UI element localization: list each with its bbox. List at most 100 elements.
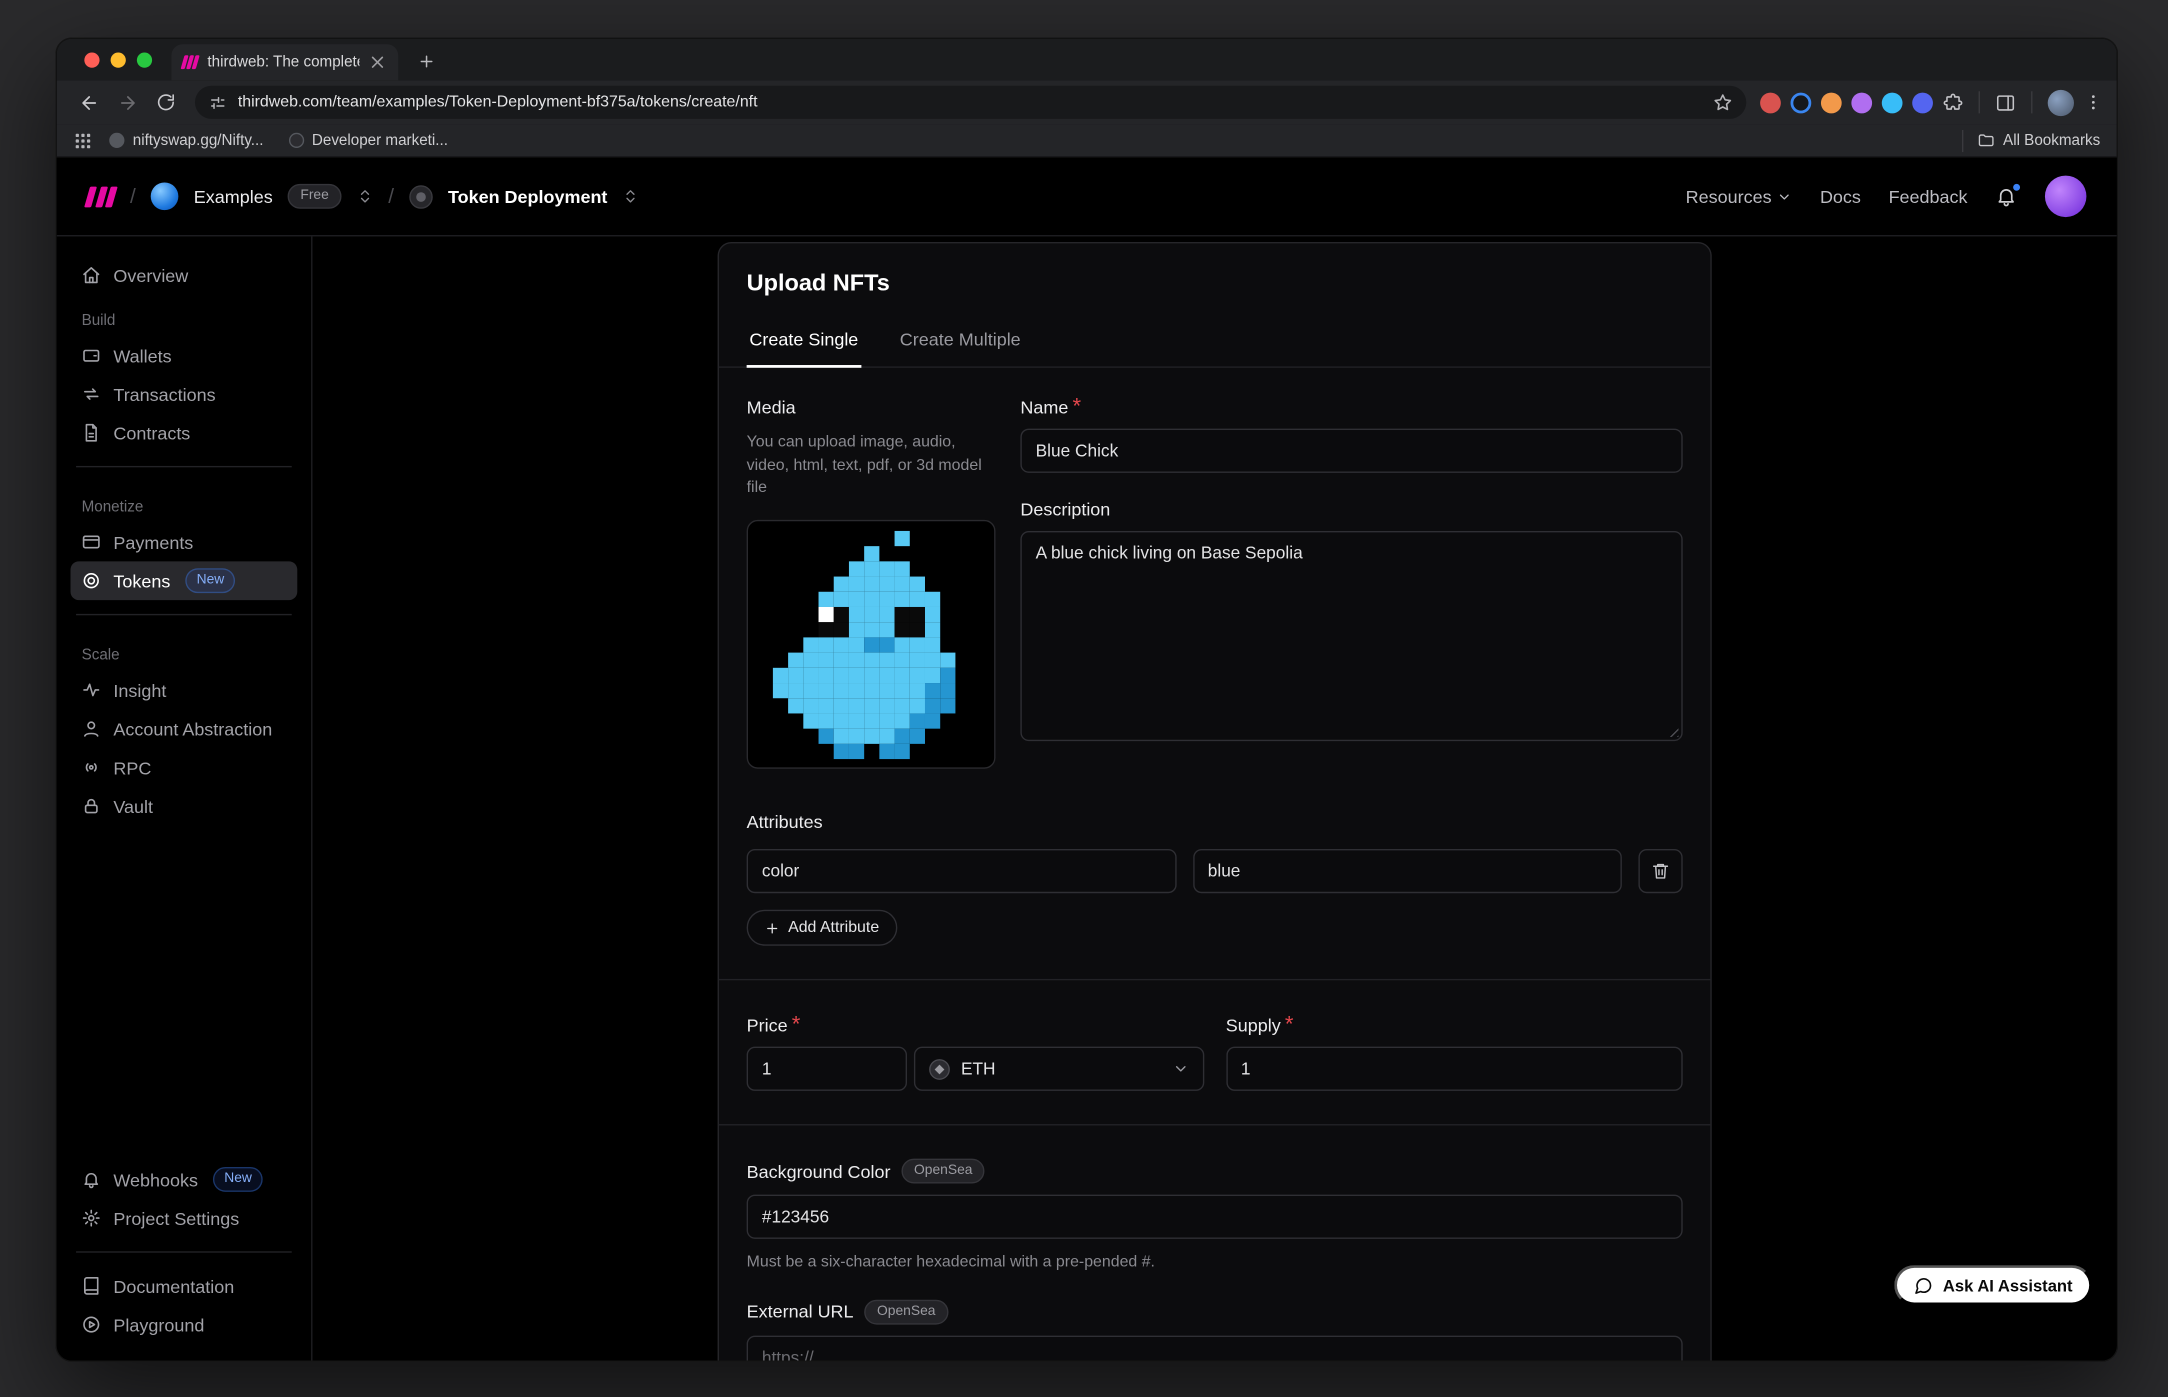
sidebar-item-documentation[interactable]: Documentation xyxy=(71,1267,298,1306)
browser-window: thirdweb: The complete web... thirdweb.c… xyxy=(55,37,2118,1362)
bookmark-star-icon[interactable] xyxy=(1713,93,1732,112)
tab-create-single[interactable]: Create Single xyxy=(747,315,861,368)
sidebar-item-project-settings[interactable]: Project Settings xyxy=(71,1199,298,1238)
toolbar-divider xyxy=(2031,91,2032,113)
extensions-puzzle-icon[interactable] xyxy=(1943,92,1964,113)
new-badge: New xyxy=(213,1167,263,1191)
docs-link[interactable]: Docs xyxy=(1820,186,1861,207)
thirdweb-logo-icon[interactable] xyxy=(87,186,115,207)
menu-kebab-icon[interactable] xyxy=(2084,93,2103,112)
project-switcher-button[interactable] xyxy=(623,188,640,205)
team-name[interactable]: Examples xyxy=(194,186,273,207)
all-bookmarks[interactable]: All Bookmarks xyxy=(1956,129,2100,151)
sidebar-item-playground[interactable]: Playground xyxy=(71,1305,298,1344)
sidebar-item-account-abstraction[interactable]: Account Abstraction xyxy=(71,709,298,748)
window-zoom-button[interactable] xyxy=(137,52,152,67)
supply-input[interactable] xyxy=(1226,1047,1683,1091)
tab-close-icon[interactable] xyxy=(368,53,387,72)
apps-grid-icon[interactable] xyxy=(73,131,92,150)
attribute-trait-input[interactable] xyxy=(747,849,1176,893)
required-marker: * xyxy=(1285,1014,1294,1038)
site-controls-icon[interactable] xyxy=(209,93,227,111)
sidebar-item-overview[interactable]: Overview xyxy=(71,256,298,295)
add-attribute-button[interactable]: Add Attribute xyxy=(747,910,898,946)
chevron-down-icon xyxy=(1777,189,1792,204)
description-textarea[interactable]: A blue chick living on Base Sepolia xyxy=(1020,531,1682,741)
browser-profile-avatar[interactable] xyxy=(2048,89,2074,115)
sidebar-item-label: Contracts xyxy=(113,422,190,443)
thirdweb-favicon-icon xyxy=(183,54,200,71)
bookmark-item[interactable]: niftyswap.gg/Nifty... xyxy=(101,129,272,151)
add-attribute-label: Add Attribute xyxy=(788,919,879,936)
sidebar-item-label: Webhooks xyxy=(113,1169,198,1190)
main-content: Upload NFTs Create Single Create Multipl… xyxy=(312,236,2116,1360)
browser-toolbar: thirdweb.com/team/examples/Token-Deploym… xyxy=(57,80,2117,124)
sidebar-item-tokens[interactable]: Tokens New xyxy=(71,561,298,600)
ask-ai-assistant-button[interactable]: Ask AI Assistant xyxy=(1894,1265,2091,1305)
currency-select[interactable]: ETH xyxy=(914,1047,1204,1091)
attribute-row xyxy=(747,849,1683,893)
team-switcher-button[interactable] xyxy=(356,188,373,205)
back-nav-button[interactable] xyxy=(71,84,107,120)
rpc-broadcast-icon xyxy=(82,758,101,777)
resources-menu[interactable]: Resources xyxy=(1686,186,1793,207)
folder-icon xyxy=(1977,131,1995,149)
lock-icon xyxy=(82,796,101,815)
sidebar: Overview Build Wallets Transactions Cont… xyxy=(57,236,313,1360)
price-input[interactable] xyxy=(747,1047,907,1091)
thirdweb-app: / Examples Free / Token Deployment Resou… xyxy=(57,158,2117,1361)
tab-create-multiple[interactable]: Create Multiple xyxy=(897,315,1023,368)
extension-icon[interactable] xyxy=(1760,92,1781,113)
extension-icon[interactable] xyxy=(1882,92,1903,113)
docs-label: Docs xyxy=(1820,186,1861,207)
toolbar-divider xyxy=(1979,91,1980,113)
reload-button[interactable] xyxy=(148,84,184,120)
url-bar[interactable]: thirdweb.com/team/examples/Token-Deploym… xyxy=(195,86,1746,119)
extension-icon[interactable] xyxy=(1851,92,1872,113)
name-label: Name xyxy=(1020,397,1068,418)
sidebar-item-label: Vault xyxy=(113,796,153,817)
sidebar-item-label: Wallets xyxy=(113,345,171,366)
delete-attribute-button[interactable] xyxy=(1638,849,1682,893)
side-panel-icon[interactable] xyxy=(1995,92,2016,113)
extensions-cluster xyxy=(1760,89,2103,115)
sidebar-item-wallets[interactable]: Wallets xyxy=(71,336,298,375)
feedback-link[interactable]: Feedback xyxy=(1889,186,1968,207)
user-avatar[interactable] xyxy=(2045,176,2086,217)
sidebar-item-insight[interactable]: Insight xyxy=(71,671,298,710)
media-upload-box[interactable] xyxy=(747,520,996,769)
arrow-left-icon xyxy=(78,92,99,113)
notifications-button[interactable] xyxy=(1995,185,2017,207)
window-close-button[interactable] xyxy=(84,52,99,67)
sidebar-item-label: Insight xyxy=(113,680,166,701)
sidebar-item-vault[interactable]: Vault xyxy=(71,787,298,826)
attributes-label: Attributes xyxy=(747,812,823,833)
project-name[interactable]: Token Deployment xyxy=(448,186,607,207)
home-icon xyxy=(82,265,101,284)
extension-icon[interactable] xyxy=(1821,92,1842,113)
background-color-input[interactable] xyxy=(747,1195,1683,1239)
attribute-value-input[interactable] xyxy=(1193,849,1622,893)
sidebar-item-transactions[interactable]: Transactions xyxy=(71,375,298,414)
bookmark-item[interactable]: Developer marketi... xyxy=(280,129,456,151)
tab-title: thirdweb: The complete web... xyxy=(207,54,359,71)
sidebar-item-payments[interactable]: Payments xyxy=(71,523,298,562)
bookmark-label: Developer marketi... xyxy=(312,132,448,149)
browser-tab[interactable]: thirdweb: The complete web... xyxy=(171,44,398,80)
extension-icon[interactable] xyxy=(1791,92,1812,113)
credit-card-icon xyxy=(82,532,101,551)
name-input[interactable] xyxy=(1020,429,1682,473)
all-bookmarks-label: All Bookmarks xyxy=(2003,132,2100,149)
bookmark-favicon xyxy=(288,133,303,148)
trash-icon xyxy=(1651,861,1670,880)
window-minimize-button[interactable] xyxy=(111,52,126,67)
team-avatar-icon xyxy=(151,183,179,211)
external-url-input[interactable] xyxy=(747,1335,1683,1360)
new-tab-button[interactable] xyxy=(409,44,442,77)
user-icon xyxy=(82,719,101,738)
sidebar-item-contracts[interactable]: Contracts xyxy=(71,413,298,452)
forward-nav-button[interactable] xyxy=(109,84,145,120)
extension-icon[interactable] xyxy=(1912,92,1933,113)
sidebar-item-rpc[interactable]: RPC xyxy=(71,748,298,787)
sidebar-item-webhooks[interactable]: Webhooks New xyxy=(71,1160,298,1199)
